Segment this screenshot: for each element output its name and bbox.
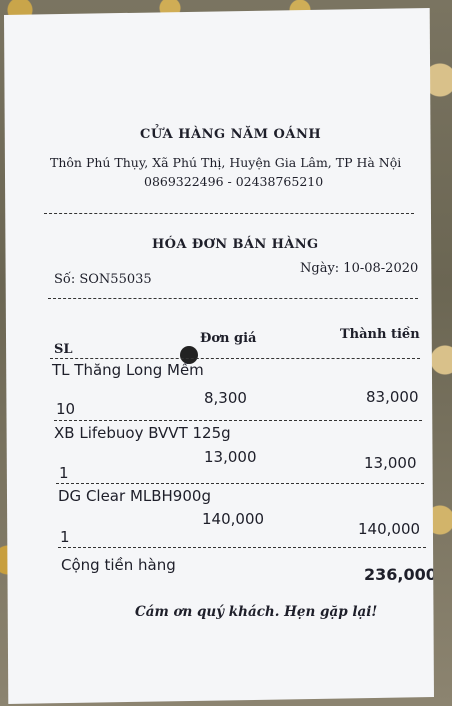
item-name: DG Clear MLBH900g	[58, 487, 211, 505]
total-label: Cộng tiền hàng	[61, 556, 176, 574]
document-title: HÓA ĐƠN BÁN HÀNG	[152, 237, 319, 252]
invoice-date: Ngày: 10-08-2020	[300, 261, 419, 276]
item-qty: 10	[56, 400, 76, 418]
item-unit-price: 8,300	[204, 389, 247, 407]
item-name: TL Thăng Long Mềm	[52, 361, 204, 379]
divider	[58, 547, 426, 548]
shop-name: CỬA HÀNG NĂM OÁNH	[140, 127, 322, 142]
invoice-number: Số: SON55035	[54, 272, 152, 287]
item-qty: 1	[60, 528, 70, 546]
column-header-unit-price: Đơn giá	[200, 331, 257, 346]
total-value: 236,000	[364, 565, 437, 584]
column-header-amount: Thành tiền	[340, 327, 420, 342]
divider	[44, 213, 414, 214]
thank-you-message: Cám ơn quý khách. Hẹn gặp lại!	[135, 604, 378, 620]
item-amount: 13,000	[364, 454, 417, 472]
item-amount: 83,000	[366, 388, 419, 406]
shop-phone: 0869322496 - 02438765210	[144, 174, 324, 189]
item-name: XB Lifebuoy BVVT 125g	[54, 424, 231, 442]
divider	[50, 358, 420, 359]
divider	[56, 483, 424, 484]
receipt-paper: CỬA HÀNG NĂM OÁNH Thôn Phú Thụy, Xã Phú …	[4, 8, 434, 704]
item-unit-price: 13,000	[204, 448, 257, 466]
divider	[54, 420, 422, 421]
divider	[48, 298, 418, 299]
column-header-qty: SL	[54, 342, 73, 357]
item-unit-price: 140,000	[202, 510, 265, 528]
shop-address: Thôn Phú Thụy, Xã Phú Thị, Huyện Gia Lâm…	[50, 155, 402, 170]
item-qty: 1	[59, 464, 69, 482]
item-amount: 140,000	[358, 520, 421, 538]
